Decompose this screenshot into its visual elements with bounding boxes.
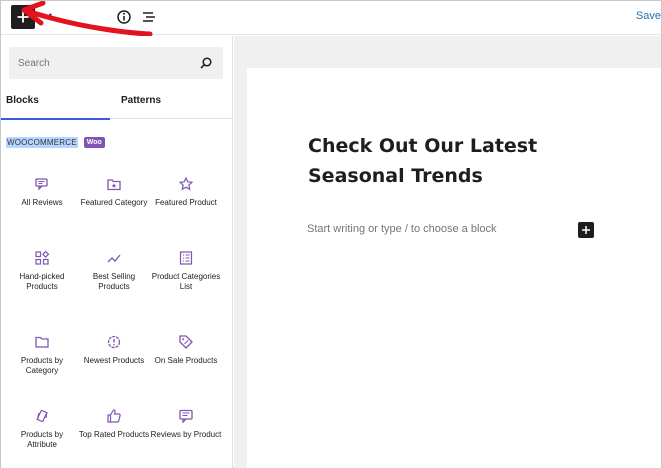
save-draft-button[interactable]: Save [636, 10, 661, 22]
reviews-icon [35, 178, 48, 191]
woo-logo-icon: Woo [83, 137, 105, 148]
block-all-reviews[interactable]: All Reviews [6, 176, 78, 208]
block-top-rated-products[interactable]: Top Rated Products [78, 408, 150, 440]
inline-add-block-button[interactable] [578, 222, 594, 238]
default-block-appender[interactable]: Start writing or type / to choose a bloc… [307, 223, 497, 235]
details-button[interactable] [114, 7, 134, 27]
editor-canvas [247, 68, 661, 468]
block-search [9, 47, 223, 79]
block-newest-products[interactable]: Newest Products [78, 334, 150, 366]
block-on-sale-products[interactable]: On Sale Products [150, 334, 222, 366]
inserter-tabs: Blocks Patterns [1, 91, 233, 120]
block-label: Product Categories List [151, 272, 221, 291]
post-title[interactable]: Check Out Our Latest Seasonal Trends [308, 131, 608, 191]
search-input[interactable] [9, 47, 189, 79]
undo-icon [46, 13, 52, 20]
block-label: Best Selling Products [92, 272, 136, 291]
block-products-by-category[interactable]: Products by Category [6, 334, 78, 376]
block-label: On Sale Products [154, 356, 218, 365]
star-icon [178, 176, 194, 191]
block-label: Reviews by Product [150, 430, 222, 439]
block-hand-picked-products[interactable]: Hand-picked Products [6, 250, 78, 292]
info-icon [117, 10, 131, 24]
block-label: Hand-picked Products [19, 272, 65, 291]
block-featured-category[interactable]: Featured Category [78, 176, 150, 208]
block-label: Top Rated Products [78, 430, 150, 439]
undo-button[interactable] [41, 7, 61, 27]
tab-patterns[interactable]: Patterns [121, 91, 161, 119]
plus-icon [582, 226, 590, 234]
block-featured-product[interactable]: Featured Product [150, 176, 222, 208]
block-label: Featured Category [80, 198, 148, 207]
list-view-icon [143, 12, 155, 22]
category-header: WOOCOMMERCE Woo [6, 137, 105, 148]
block-best-selling-products[interactable]: Best Selling Products [78, 250, 150, 292]
block-product-categories-list[interactable]: Product Categories List [150, 250, 222, 292]
block-inserter-toggle[interactable] [11, 5, 35, 29]
block-label: Products by Category [20, 356, 64, 375]
category-label: WOOCOMMERCE [6, 137, 78, 148]
attribute-icon [36, 409, 48, 423]
trending-icon [107, 254, 121, 263]
plus-icon [17, 11, 29, 23]
hand-picked-icon [35, 250, 50, 265]
block-products-by-attribute[interactable]: Products by Attribute [6, 408, 78, 450]
search-icon[interactable] [199, 56, 213, 70]
featured-category-icon [107, 179, 121, 191]
block-reviews-by-product[interactable]: Reviews by Product [150, 408, 222, 440]
block-inserter-panel: Blocks Patterns WOOCOMMERCE Woo All Revi… [1, 36, 233, 468]
new-icon [107, 335, 121, 349]
thumbs-up-icon [107, 409, 121, 423]
top-toolbar: Save [1, 1, 661, 35]
block-label: Newest Products [83, 356, 145, 365]
tab-blocks[interactable]: Blocks [1, 91, 110, 120]
comment-icon [179, 409, 193, 424]
block-label: All Reviews [21, 198, 63, 207]
block-label: Featured Product [155, 198, 217, 207]
block-label: Products by Attribute [20, 430, 64, 449]
list-view-button[interactable] [139, 7, 159, 27]
folder-icon [35, 336, 49, 348]
list-icon [179, 251, 193, 265]
tag-icon [179, 335, 193, 349]
